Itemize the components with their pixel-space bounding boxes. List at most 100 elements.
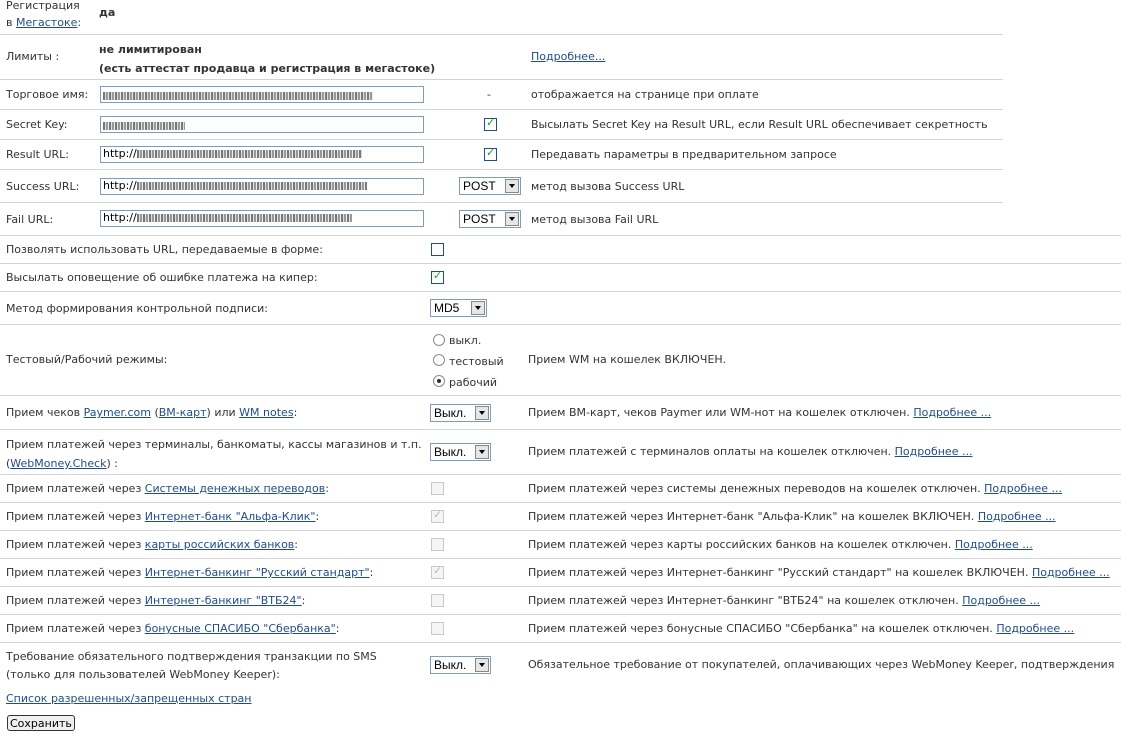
secret-key-row: Secret Key: ✓ Высылать Secret Key на Res… <box>0 110 1003 140</box>
payment-method-row: Прием платежей через Интернет-банк "Альф… <box>0 503 1121 531</box>
allow-form-urls-label: Позволять использовать URL, передаваемые… <box>6 243 323 256</box>
success-url-note: метод вызова Success URL <box>531 180 685 193</box>
terminals-note: Прием платежей с терминалов оплаты на ко… <box>528 445 973 458</box>
mode-option-work: рабочий <box>449 376 498 389</box>
signature-method-select[interactable]: MD5 <box>430 299 487 317</box>
payment-method-row: Прием платежей через Системы денежных пе… <box>0 475 1121 503</box>
webmoney-check-link[interactable]: WebMoney.Check <box>10 457 106 470</box>
trade-name-label: Торговое имя: <box>6 88 89 101</box>
terminals-label: Прием платежей через терминалы, банкомат… <box>6 438 422 470</box>
payment-method-link[interactable]: бонусные СПАСИБО "Сбербанка" <box>145 622 336 635</box>
result-url-note: Передавать параметры в предварительном з… <box>531 148 837 161</box>
payment-method-note: Прием платежей через Интернет-банк "Альф… <box>528 510 1056 523</box>
payment-method-more-link[interactable]: Подробнее ... <box>978 510 1056 523</box>
trade-name-row: Торговое имя: - отображается на странице… <box>0 80 1003 110</box>
paymer-label: Прием чеков Paymer.com (ВМ-карт) или WM … <box>6 406 298 419</box>
megastock-link[interactable]: Мегастоке <box>16 16 77 29</box>
secret-key-checkbox[interactable]: ✓ <box>484 116 497 131</box>
wm-cards-link[interactable]: ВМ-карт <box>159 406 207 419</box>
save-button[interactable]: Сохранить <box>7 715 75 731</box>
mode-option-test: тестовый <box>449 355 504 368</box>
chevron-down-icon <box>471 301 485 315</box>
fail-url-note: метод вызова Fail URL <box>531 213 659 226</box>
trade-name-note: отображается на странице при оплате <box>531 88 759 101</box>
sms-label: Требование обязательного подтверждения т… <box>6 650 377 681</box>
allow-form-urls-row: Позволять использовать URL, передаваемые… <box>0 236 1121 264</box>
obscured-value <box>136 182 367 190</box>
paymer-select[interactable]: Выкл. <box>430 404 491 422</box>
sms-select[interactable]: Выкл. <box>430 656 491 674</box>
error-notify-label: Высылать оповещение об ошибке платежа на… <box>6 271 318 284</box>
payment-method-more-link[interactable]: Подробнее ... <box>996 622 1074 635</box>
limits-row: Лимиты : не лимитирован (есть аттестат п… <box>0 35 1003 80</box>
fail-url-label: Fail URL: <box>6 213 54 226</box>
paymer-note: Прием ВМ-карт, чеков Paymer или WM-нот н… <box>528 406 992 419</box>
error-notify-row: Высылать оповещение об ошибке платежа на… <box>0 264 1121 292</box>
secret-key-note: Высылать Secret Key на Result URL, если … <box>531 118 988 131</box>
chevron-down-icon <box>475 445 489 459</box>
payment-method-note: Прием платежей через системы денежных пе… <box>528 482 1062 495</box>
success-url-row: Success URL: http:// POST метод вызова S… <box>0 170 1003 203</box>
error-notify-checkbox[interactable]: ✓ <box>431 269 444 284</box>
limits-more-link[interactable]: Подробнее... <box>531 50 605 63</box>
payment-method-more-link[interactable]: Подробнее ... <box>962 594 1040 607</box>
limits-label: Лимиты : <box>6 50 60 63</box>
mode-note: Прием WM на кошелек ВКЛЮЧЕН. <box>528 353 727 366</box>
fail-url-method-select[interactable]: POST <box>459 210 521 228</box>
obscured-value <box>136 150 362 158</box>
checkmark-icon: ✓ <box>486 146 496 159</box>
mode-radio-work[interactable] <box>433 375 445 387</box>
payment-method-note: Прием платежей через карты российских ба… <box>528 538 1033 551</box>
payment-method-label: Прием платежей через Интернет-банк "Альф… <box>6 510 320 523</box>
payment-method-link[interactable]: Интернет-банкинг "Русский стандарт" <box>145 566 370 579</box>
fail-url-row: Fail URL: http:// POST метод вызова Fail… <box>0 203 1121 236</box>
chevron-down-icon <box>475 406 489 420</box>
secret-key-input[interactable] <box>100 116 424 133</box>
wm-notes-link[interactable]: WM notes <box>239 406 293 419</box>
payment-method-link[interactable]: Системы денежных переводов <box>145 482 325 495</box>
mode-radio-off[interactable] <box>433 334 445 346</box>
payment-method-checkbox[interactable]: ✓ <box>431 564 444 579</box>
countries-list-link[interactable]: Список разрешенных/запрещенных стран <box>6 692 252 705</box>
mode-label: Тестовый/Рабочий режимы: <box>6 353 168 366</box>
success-url-method-select[interactable]: POST <box>459 177 521 195</box>
success-url-label: Success URL: <box>6 180 80 193</box>
mode-option-off: выкл. <box>449 334 482 347</box>
payment-method-link[interactable]: Интернет-банк "Альфа-Клик" <box>145 510 316 523</box>
payment-method-note: Прием платежей через бонусные СПАСИБО "С… <box>528 622 1075 635</box>
megastock-label: Регистрация в Мегастоке: <box>6 0 82 29</box>
payment-method-note: Прием платежей через Интернет-банкинг "В… <box>528 594 1041 607</box>
payment-method-checkbox[interactable] <box>431 594 444 607</box>
paymer-more-link[interactable]: Подробнее ... <box>913 406 991 419</box>
payment-method-link[interactable]: карты российских банков <box>145 538 294 551</box>
success-url-input[interactable]: http:// <box>100 178 424 195</box>
payment-method-label: Прием платежей через Системы денежных пе… <box>6 482 329 495</box>
payment-method-checkbox[interactable] <box>431 538 444 551</box>
trade-name-input[interactable] <box>100 86 424 103</box>
signature-method-row: Метод формирования контрольной подписи: … <box>0 292 1121 325</box>
payment-method-more-link[interactable]: Подробнее ... <box>1032 566 1110 579</box>
payment-method-more-link[interactable]: Подробнее ... <box>984 482 1062 495</box>
payment-method-link[interactable]: Интернет-банкинг "ВТБ24" <box>145 594 302 607</box>
paymer-link[interactable]: Paymer.com <box>84 406 151 419</box>
payment-method-checkbox[interactable] <box>431 482 444 495</box>
payment-method-more-link[interactable]: Подробнее ... <box>955 538 1033 551</box>
payment-method-checkbox[interactable]: ✓ <box>431 508 444 523</box>
terminals-select[interactable]: Выкл. <box>430 443 491 461</box>
payment-method-label: Прием платежей через карты российских ба… <box>6 538 298 551</box>
terminals-row: Прием платежей через терминалы, банкомат… <box>0 430 1121 475</box>
payment-method-label: Прием платежей через Интернет-банкинг "Р… <box>6 566 374 579</box>
secret-key-label: Secret Key: <box>6 118 68 131</box>
terminals-more-link[interactable]: Подробнее ... <box>895 445 973 458</box>
payment-method-row: Прием платежей через бонусные СПАСИБО "С… <box>0 615 1121 643</box>
fail-url-input[interactable]: http:// <box>100 210 424 227</box>
result-url-checkbox[interactable]: ✓ <box>484 146 497 161</box>
payment-method-checkbox[interactable] <box>431 622 444 635</box>
payment-method-label: Прием платежей через бонусные СПАСИБО "С… <box>6 622 340 635</box>
obscured-value <box>103 91 373 100</box>
obscured-value <box>136 214 352 222</box>
allow-form-urls-checkbox[interactable] <box>431 243 444 256</box>
megastock-row: Регистрация в Мегастоке: да <box>0 0 1003 35</box>
result-url-input[interactable]: http:// <box>100 146 424 163</box>
mode-radio-test[interactable] <box>433 354 445 366</box>
